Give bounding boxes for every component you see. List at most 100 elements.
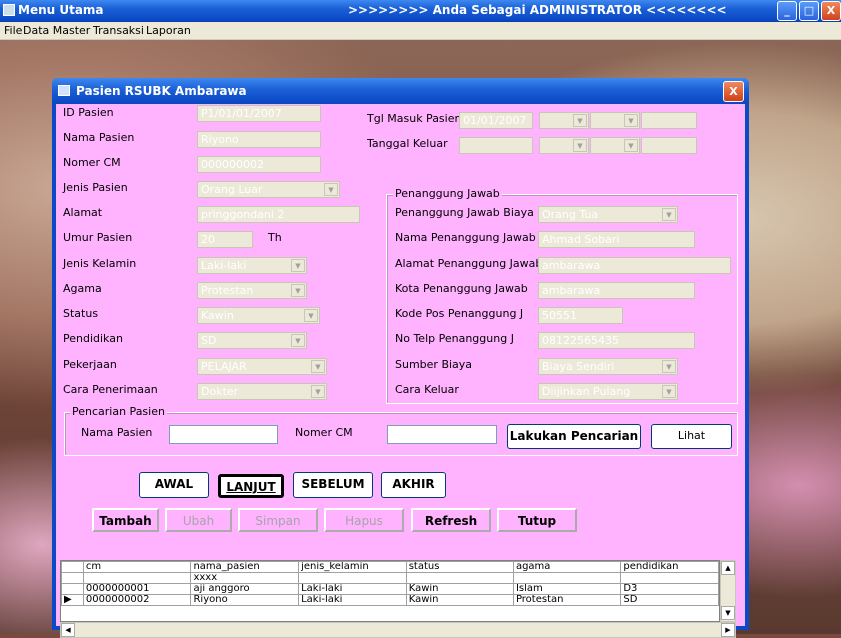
menu-data-master[interactable]: Data Master	[23, 24, 90, 37]
lanjut-button[interactable]: LANJUT	[218, 474, 284, 498]
chevron-down-icon[interactable]: ▼	[624, 114, 638, 127]
sumber-biaya-select[interactable]: Biaya Sendiri ▼	[538, 358, 678, 375]
scroll-right-icon[interactable]: ▶	[721, 623, 735, 637]
table-cell[interactable]	[512, 572, 622, 584]
tambah-button[interactable]: Tambah	[92, 508, 159, 532]
chevron-down-icon[interactable]: ▼	[311, 385, 325, 398]
column-header-cm[interactable]: cm	[82, 561, 192, 573]
nomer-cm-field[interactable]: 000000002	[197, 156, 321, 173]
chevron-down-icon[interactable]: ▼	[291, 334, 305, 347]
column-header-jenis-kelamin[interactable]: jenis_kelamin	[298, 561, 407, 573]
minimize-button[interactable]: _	[777, 1, 797, 21]
ubah-button[interactable]: Ubah	[165, 508, 232, 532]
grid-vertical-scrollbar[interactable]: ▲ ▼	[720, 560, 736, 622]
table-row[interactable]: xxxx	[61, 572, 719, 584]
table-cell[interactable]: Protestan	[512, 594, 622, 606]
table-cell[interactable]: 0000000002	[82, 594, 192, 606]
pj-kodepos-field[interactable]: 50551	[538, 307, 623, 324]
scroll-down-icon[interactable]: ▼	[721, 606, 735, 620]
tgl-masuk-field[interactable]: 01/01/2007	[459, 112, 533, 129]
table-cell[interactable]	[82, 572, 192, 584]
menu-transaksi[interactable]: Transaksi	[93, 24, 144, 37]
table-cell[interactable]: 0000000001	[82, 583, 192, 595]
tutup-button[interactable]: Tutup	[497, 508, 577, 532]
pekerjaan-select[interactable]: PELAJAR ▼	[197, 358, 327, 375]
status-select[interactable]: Kawin ▼	[197, 307, 320, 324]
chevron-down-icon[interactable]: ▼	[662, 208, 676, 221]
menu-bar: File Data Master Transaksi Laporan	[0, 22, 841, 40]
chevron-down-icon[interactable]: ▼	[291, 284, 305, 297]
tgl-keluar-field[interactable]	[459, 137, 533, 154]
pj-alamat-field[interactable]: ambarawa	[538, 257, 731, 274]
table-cell[interactable]: SD	[620, 594, 719, 606]
table-cell[interactable]: Kawin	[405, 594, 514, 606]
tgl-keluar-year-field[interactable]	[641, 137, 697, 154]
chevron-down-icon[interactable]: ▼	[573, 114, 587, 127]
maximize-button[interactable]: □	[799, 1, 819, 21]
sebelum-button[interactable]: SEBELUM	[293, 472, 373, 498]
close-button[interactable]: X	[821, 1, 841, 21]
dialog-close-button[interactable]: X	[723, 81, 744, 102]
table-cell[interactable]	[620, 572, 719, 584]
table-row-current[interactable]: ▶ 0000000002 Riyono Laki-laki Kawin Prot…	[61, 594, 719, 606]
grid-horizontal-scrollbar[interactable]: ◀ ▶	[60, 622, 736, 638]
id-pasien-field[interactable]: P1/01/01/2007	[197, 105, 321, 122]
awal-button[interactable]: AWAL	[139, 472, 209, 498]
cara-penerimaan-select[interactable]: Dokter ▼	[197, 383, 327, 400]
agama-select[interactable]: Protestan ▼	[197, 282, 307, 299]
menu-laporan[interactable]: Laporan	[146, 24, 191, 37]
scroll-up-icon[interactable]: ▲	[721, 561, 735, 575]
chevron-down-icon[interactable]: ▼	[624, 139, 638, 152]
pendidikan-select[interactable]: SD ▼	[197, 332, 307, 349]
table-cell[interactable]	[298, 572, 407, 584]
pj-biaya-select[interactable]: Orang Tua ▼	[538, 206, 678, 223]
refresh-button[interactable]: Refresh	[411, 508, 491, 532]
chevron-down-icon[interactable]: ▼	[311, 360, 325, 373]
akhir-button[interactable]: AKHIR	[381, 472, 446, 498]
tgl-masuk-month-select[interactable]: ▼	[590, 112, 640, 129]
table-cell[interactable]: xxxx	[190, 572, 300, 584]
jenis-pasien-select[interactable]: Orang Luar ▼	[197, 181, 340, 198]
pj-telp-field[interactable]: 08122565435	[538, 332, 695, 349]
pj-nama-field[interactable]: Ahmad Sobari	[538, 231, 695, 248]
table-cell[interactable]: aji anggoro	[190, 583, 300, 595]
simpan-button[interactable]: Simpan	[238, 508, 318, 532]
patient-grid[interactable]: cm nama_pasien jenis_kelamin status agam…	[60, 560, 720, 622]
tgl-masuk-day-select[interactable]: ▼	[539, 112, 589, 129]
cari-cm-input[interactable]	[387, 425, 497, 444]
column-header-agama[interactable]: agama	[512, 561, 622, 573]
tgl-keluar-month-select[interactable]: ▼	[590, 137, 640, 154]
chevron-down-icon[interactable]: ▼	[324, 183, 338, 196]
table-cell[interactable]: Riyono	[190, 594, 300, 606]
pj-kota-field[interactable]: ambarawa	[538, 282, 695, 299]
table-cell[interactable]: Laki-laki	[298, 594, 407, 606]
column-header-nama[interactable]: nama_pasien	[190, 561, 300, 573]
tgl-masuk-year-field[interactable]	[641, 112, 697, 129]
cara-keluar-select[interactable]: Diijinkan Pulang ▼	[538, 383, 678, 400]
chevron-down-icon[interactable]: ▼	[662, 360, 676, 373]
chevron-down-icon[interactable]: ▼	[291, 259, 305, 272]
menu-file[interactable]: File	[4, 24, 22, 37]
jenis-kelamin-select[interactable]: Laki-laki ▼	[197, 257, 307, 274]
tgl-keluar-day-select[interactable]: ▼	[539, 137, 589, 154]
chevron-down-icon[interactable]: ▼	[573, 139, 587, 152]
table-cell[interactable]: Islam	[512, 583, 622, 595]
label-tgl-keluar: Tanggal Keluar	[367, 137, 448, 150]
search-button[interactable]: Lakukan Pencarian	[507, 424, 641, 449]
column-header-status[interactable]: status	[405, 561, 514, 573]
chevron-down-icon[interactable]: ▼	[662, 385, 676, 398]
scroll-left-icon[interactable]: ◀	[61, 623, 75, 637]
table-cell[interactable]: Kawin	[405, 583, 514, 595]
table-cell[interactable]	[405, 572, 514, 584]
hapus-button[interactable]: Hapus	[324, 508, 404, 532]
alamat-field[interactable]: pringgondani 2	[197, 206, 360, 223]
column-header-pendidikan[interactable]: pendidikan	[620, 561, 719, 573]
chevron-down-icon[interactable]: ▼	[304, 309, 318, 322]
umur-field[interactable]: 20	[197, 231, 253, 248]
nama-pasien-field[interactable]: Riyono	[197, 131, 321, 148]
table-row[interactable]: 0000000001 aji anggoro Laki-laki Kawin I…	[61, 583, 719, 595]
table-cell[interactable]: D3	[620, 583, 719, 595]
lihat-button[interactable]: Lihat	[651, 424, 732, 449]
cari-nama-input[interactable]	[169, 425, 278, 444]
table-cell[interactable]: Laki-laki	[298, 583, 407, 595]
